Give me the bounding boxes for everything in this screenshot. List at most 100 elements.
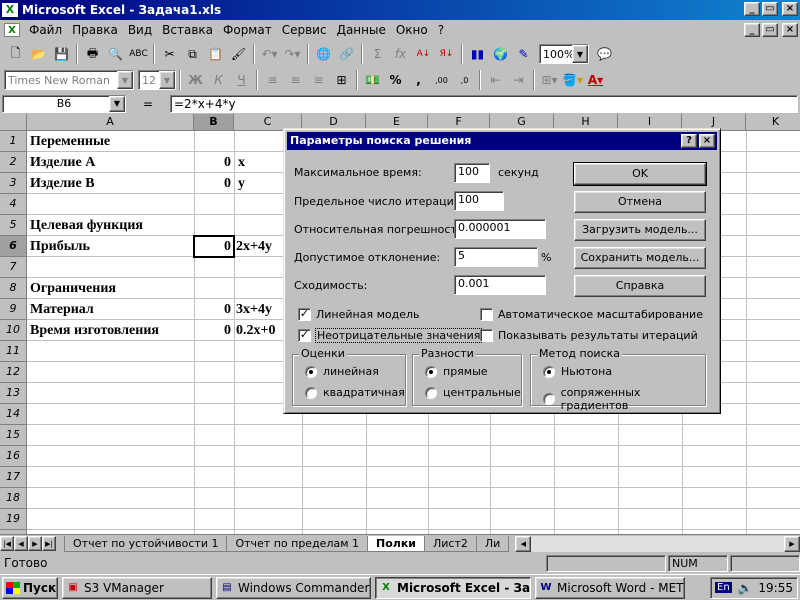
merge-center-icon[interactable]: ⊞ bbox=[330, 69, 353, 91]
decrease-decimal-icon[interactable]: ,0 bbox=[453, 69, 476, 91]
row-header-17[interactable]: 17 bbox=[0, 467, 27, 488]
first-sheet-icon[interactable]: |◀ bbox=[0, 536, 14, 551]
chart-wizard-icon[interactable]: ▮▮ bbox=[466, 43, 489, 65]
increase-decimal-icon[interactable]: ,00 bbox=[430, 69, 453, 91]
show-iterations-checkbox[interactable]: Показывать результаты итераций bbox=[480, 329, 698, 342]
column-header-a[interactable]: A bbox=[27, 114, 194, 131]
undo-icon[interactable]: ↶▾ bbox=[258, 43, 281, 65]
cell-a6[interactable]: Прибыль bbox=[30, 236, 194, 257]
spelling-icon[interactable]: ABC bbox=[127, 43, 150, 65]
language-indicator[interactable]: En bbox=[715, 582, 732, 593]
hyperlink-icon[interactable]: 🔗 bbox=[335, 43, 358, 65]
cell-a10[interactable]: Время изготовления bbox=[30, 320, 194, 341]
paste-icon[interactable]: 📋 bbox=[204, 43, 227, 65]
derivatives-central-radio[interactable]: центральные bbox=[425, 386, 521, 399]
cell-a8[interactable]: Ограничения bbox=[30, 278, 194, 299]
office-assistant-icon[interactable]: 💬 bbox=[593, 43, 616, 65]
scroll-left-icon[interactable]: ◀ bbox=[515, 535, 532, 552]
web-icon[interactable]: 🌐 bbox=[312, 43, 335, 65]
estimates-linear-radio[interactable]: линейная bbox=[305, 365, 379, 378]
row-header-16[interactable]: 16 bbox=[0, 446, 27, 467]
print-preview-icon[interactable]: 🔍 bbox=[104, 43, 127, 65]
cell-b10[interactable]: 0 bbox=[194, 320, 234, 341]
row-header-18[interactable]: 18 bbox=[0, 488, 27, 509]
max-time-input[interactable]: 100 bbox=[454, 163, 490, 183]
doc-minimize-button[interactable]: _ bbox=[744, 23, 760, 37]
save-model-button[interactable]: Сохранить модель... bbox=[574, 247, 706, 269]
minimize-button[interactable]: _ bbox=[744, 2, 760, 16]
sheet-tab[interactable]: Ли bbox=[475, 535, 510, 552]
autoscale-checkbox[interactable]: Автоматическое масштабирование bbox=[480, 308, 703, 321]
fill-color-icon[interactable]: 🪣▾ bbox=[561, 69, 584, 91]
decrease-indent-icon[interactable]: ⇤ bbox=[484, 69, 507, 91]
name-box[interactable]: B6 ▼ bbox=[2, 95, 126, 113]
taskbar-item-s3vmanager[interactable]: ▣ S3 VManager bbox=[62, 576, 212, 599]
derivatives-forward-radio[interactable]: прямые bbox=[425, 365, 488, 378]
row-header-7[interactable]: 7 bbox=[0, 257, 27, 278]
align-left-icon[interactable]: ≡ bbox=[261, 69, 284, 91]
cell-a2[interactable]: Изделие А bbox=[30, 152, 194, 173]
taskbar-item-word[interactable]: W Microsoft Word - МЕТОД... bbox=[535, 576, 685, 599]
italic-button[interactable]: К bbox=[207, 69, 230, 91]
cancel-button[interactable]: Отмена bbox=[574, 191, 706, 213]
ok-button[interactable]: OK bbox=[573, 162, 707, 186]
zoom-select[interactable]: 100% ▼ bbox=[539, 44, 589, 64]
cell-a1[interactable]: Переменные bbox=[30, 131, 194, 152]
sheet-tab[interactable]: Отчет по устойчивости 1 bbox=[64, 535, 228, 552]
menu-tools[interactable]: Сервис bbox=[277, 23, 332, 37]
equals-button[interactable]: = bbox=[126, 97, 170, 111]
convergence-input[interactable]: 0.001 bbox=[454, 275, 546, 295]
row-header-8[interactable]: 8 bbox=[0, 278, 27, 299]
sort-ascending-icon[interactable]: A↓ bbox=[412, 43, 435, 65]
load-model-button[interactable]: Загрузить модель... bbox=[574, 219, 706, 241]
print-icon[interactable]: 🖶 bbox=[81, 43, 104, 65]
row-header-19[interactable]: 19 bbox=[0, 509, 27, 530]
chevron-down-icon[interactable]: ▼ bbox=[572, 45, 588, 63]
close-button[interactable]: × bbox=[782, 2, 798, 16]
align-center-icon[interactable]: ≡ bbox=[284, 69, 307, 91]
sheet-tab[interactable]: Отчет по пределам 1 bbox=[226, 535, 369, 552]
menu-data[interactable]: Данные bbox=[332, 23, 391, 37]
copy-icon[interactable]: ⧉ bbox=[181, 43, 204, 65]
search-newton-radio[interactable]: Ньютона bbox=[543, 365, 612, 378]
row-header-1[interactable]: 1 bbox=[0, 131, 27, 152]
menu-help[interactable]: ? bbox=[433, 23, 449, 37]
menu-view[interactable]: Вид bbox=[123, 23, 157, 37]
row-header-14[interactable]: 14 bbox=[0, 404, 27, 425]
cell-a5[interactable]: Целевая функция bbox=[30, 215, 194, 236]
row-header-6[interactable]: 6 bbox=[0, 236, 27, 257]
row-header-2[interactable]: 2 bbox=[0, 152, 27, 173]
doc-close-button[interactable]: × bbox=[782, 23, 798, 37]
row-header-13[interactable]: 13 bbox=[0, 383, 27, 404]
row-header-5[interactable]: 5 bbox=[0, 215, 27, 236]
format-painter-icon[interactable]: 🖌 bbox=[227, 43, 250, 65]
sheet-tab-active[interactable]: Полки bbox=[367, 535, 426, 552]
font-select[interactable]: Times New Roman ▼ bbox=[4, 70, 134, 90]
prev-sheet-icon[interactable]: ◀ bbox=[14, 536, 28, 551]
align-right-icon[interactable]: ≡ bbox=[307, 69, 330, 91]
chevron-down-icon[interactable]: ▼ bbox=[109, 96, 125, 112]
sheet-tab[interactable]: Лист2 bbox=[424, 535, 477, 552]
row-header-3[interactable]: 3 bbox=[0, 173, 27, 194]
comma-button[interactable]: , bbox=[407, 69, 430, 91]
taskbar-item-wincmd[interactable]: ▤ Windows Commander 3.0... bbox=[216, 576, 371, 599]
chevron-down-icon[interactable]: ▼ bbox=[159, 71, 175, 89]
menu-insert[interactable]: Вставка bbox=[157, 23, 218, 37]
row-header-11[interactable]: 11 bbox=[0, 341, 27, 362]
menu-file[interactable]: Файл bbox=[24, 23, 67, 37]
cell-a3[interactable]: Изделие В bbox=[30, 173, 194, 194]
nonnegative-checkbox[interactable]: ✓ Неотрицательные значения bbox=[298, 328, 483, 343]
doc-restore-button[interactable]: ▭ bbox=[762, 23, 778, 37]
menu-edit[interactable]: Правка bbox=[67, 23, 123, 37]
document-icon[interactable]: X bbox=[4, 23, 20, 37]
currency-icon[interactable]: 💵 bbox=[361, 69, 384, 91]
row-header-4[interactable]: 4 bbox=[0, 194, 27, 215]
new-icon[interactable]: 🗋 bbox=[4, 43, 27, 65]
last-sheet-icon[interactable]: ▶| bbox=[42, 536, 56, 551]
search-conjugate-radio[interactable]: сопряженных градиентов bbox=[543, 386, 705, 412]
column-header-b[interactable]: B bbox=[194, 114, 234, 131]
font-color-icon[interactable]: A▾ bbox=[584, 69, 607, 91]
estimates-quadratic-radio[interactable]: квадратичная bbox=[305, 386, 405, 399]
font-size-select[interactable]: 12 ▼ bbox=[138, 70, 176, 90]
redo-icon[interactable]: ↷▾ bbox=[281, 43, 304, 65]
